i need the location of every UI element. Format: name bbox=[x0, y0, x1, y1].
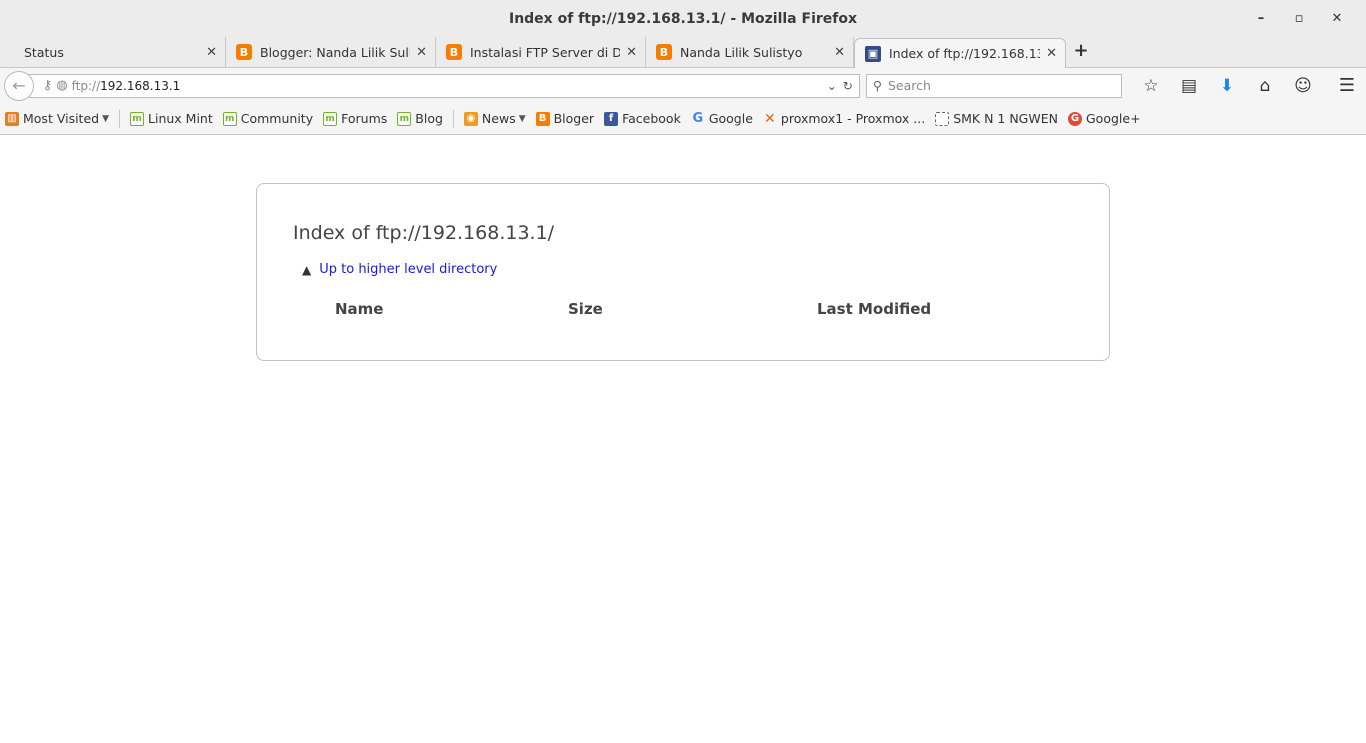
reload-icon[interactable]: ↻ bbox=[843, 79, 853, 93]
toolbar-icons: ☆ ▤ ⬇ ⌂ ☺ ☰ bbox=[1132, 75, 1366, 96]
blogger-icon: B bbox=[236, 44, 252, 60]
reading-list-icon[interactable]: ▤ bbox=[1170, 76, 1208, 96]
bookmark-smk[interactable]: SMK N 1 NGWEN bbox=[935, 111, 1058, 126]
column-header-name[interactable]: Name bbox=[335, 300, 383, 318]
bookmark-label: News bbox=[481, 111, 516, 126]
bookmark-label: Forums bbox=[341, 111, 388, 126]
bookmark-label: SMK N 1 NGWEN bbox=[953, 111, 1058, 126]
up-directory: ▲ Up to higher level directory bbox=[302, 262, 497, 277]
tab-instalasi-ftp[interactable]: B Instalasi FTP Server di De... ✕ bbox=[436, 37, 646, 67]
linux-mint-icon: m bbox=[323, 111, 338, 126]
blogger-icon: B bbox=[656, 44, 672, 60]
directory-listing-panel: Index of ftp://192.168.13.1/ ▲ Up to hig… bbox=[256, 183, 1110, 361]
bookmark-label: proxmox1 - Proxmox ... bbox=[780, 111, 926, 126]
url-scheme: ftp:// bbox=[71, 78, 101, 93]
linux-mint-icon: m bbox=[397, 111, 412, 126]
bookmark-facebook[interactable]: f Facebook bbox=[604, 111, 681, 126]
close-tab-icon[interactable]: ✕ bbox=[1046, 46, 1057, 61]
tab-nanda-lilik[interactable]: B Nanda Lilik Sulistyo ✕ bbox=[646, 37, 854, 67]
identity-key-icon[interactable]: ⚷ bbox=[43, 78, 53, 93]
google-plus-icon: G bbox=[1067, 111, 1082, 126]
url-bar[interactable]: ⚷ ◍ ftp:// 192.168.13.1 ⌄ ↻ bbox=[27, 73, 860, 98]
minimize-button[interactable]: – bbox=[1242, 11, 1280, 26]
download-icon[interactable]: ⬇ bbox=[1208, 76, 1246, 96]
column-header-size[interactable]: Size bbox=[568, 300, 603, 318]
bookmarks-toolbar: ▥ Most Visited ▼ m Linux Mint m Communit… bbox=[0, 103, 1366, 135]
tab-label: Index of ftp://192.168.13.1/ bbox=[889, 46, 1040, 61]
proxmox-icon: ✕ bbox=[764, 110, 776, 127]
navigation-bar: ← ⚷ ◍ ftp:// 192.168.13.1 ⌄ ↻ ⚲ Search ☆… bbox=[0, 68, 1366, 103]
globe-icon: ◍ bbox=[56, 78, 68, 93]
facebook-icon: f bbox=[604, 111, 619, 126]
close-tab-icon[interactable]: ✕ bbox=[206, 45, 217, 60]
bookmark-google[interactable]: G Google bbox=[691, 111, 753, 126]
back-arrow-icon: ← bbox=[12, 76, 26, 95]
bookmark-news[interactable]: ◉ News ▼ bbox=[463, 111, 526, 126]
bookmark-bloger[interactable]: B Bloger bbox=[535, 111, 595, 126]
window-titlebar: Index of ftp://192.168.13.1/ - Mozilla F… bbox=[0, 0, 1366, 37]
column-header-last-modified[interactable]: Last Modified bbox=[817, 300, 931, 318]
url-host: 192.168.13.1 bbox=[100, 78, 181, 93]
tab-status[interactable]: Status ✕ bbox=[0, 37, 226, 67]
page-content: Index of ftp://192.168.13.1/ ▲ Up to hig… bbox=[0, 135, 1366, 735]
chat-icon[interactable]: ☺ bbox=[1284, 76, 1322, 96]
back-button[interactable]: ← bbox=[4, 70, 34, 101]
tab-label: Instalasi FTP Server di De... bbox=[470, 44, 621, 60]
bookmark-most-visited[interactable]: ▥ Most Visited ▼ bbox=[5, 111, 109, 126]
bookmark-label: Google bbox=[708, 111, 753, 126]
ftp-directory-icon: ▣ bbox=[865, 45, 881, 62]
bookmark-linux-mint[interactable]: m Linux Mint bbox=[130, 111, 213, 126]
page-title: Index of ftp://192.168.13.1/ bbox=[293, 222, 555, 244]
search-input[interactable]: ⚲ Search bbox=[865, 73, 1122, 98]
linux-mint-icon: m bbox=[130, 111, 145, 126]
linux-mint-icon: m bbox=[222, 111, 237, 126]
bookmark-label: Facebook bbox=[622, 111, 681, 126]
tab-strip: Status ✕ B Blogger: Nanda Lilik Sulis...… bbox=[0, 37, 1366, 68]
bookmark-blog[interactable]: m Blog bbox=[397, 111, 443, 126]
bookmark-label: Community bbox=[240, 111, 314, 126]
tab-label: Blogger: Nanda Lilik Sulis... bbox=[260, 44, 411, 60]
bookmark-forums[interactable]: m Forums bbox=[323, 111, 387, 126]
chevron-down-icon: ▼ bbox=[102, 113, 110, 124]
maximize-button[interactable]: ▫ bbox=[1280, 11, 1318, 26]
close-tab-icon[interactable]: ✕ bbox=[626, 45, 637, 60]
chevron-down-icon: ▼ bbox=[518, 113, 526, 124]
close-window-button[interactable]: ✕ bbox=[1318, 11, 1356, 26]
bookmark-google-plus[interactable]: G Google+ bbox=[1067, 111, 1141, 126]
tab-label: Status bbox=[24, 44, 64, 60]
up-arrow-icon: ▲ bbox=[302, 262, 312, 277]
history-dropdown-icon[interactable]: ⌄ bbox=[827, 79, 837, 93]
bookmark-star-icon[interactable]: ☆ bbox=[1132, 76, 1170, 96]
google-icon: G bbox=[692, 111, 704, 126]
tab-index-ftp[interactable]: ▣ Index of ftp://192.168.13.1/ ✕ bbox=[854, 38, 1066, 68]
most-visited-icon: ▥ bbox=[5, 111, 19, 126]
new-tab-button[interactable]: + bbox=[1066, 37, 1096, 67]
tab-label: Nanda Lilik Sulistyo bbox=[680, 44, 803, 60]
page-icon bbox=[935, 111, 950, 126]
bookmark-proxmox[interactable]: ✕ proxmox1 - Proxmox ... bbox=[763, 110, 926, 127]
bookmark-label: Google+ bbox=[1085, 111, 1141, 126]
close-tab-icon[interactable]: ✕ bbox=[416, 45, 427, 60]
up-directory-link[interactable]: Up to higher level directory bbox=[319, 262, 497, 277]
search-icon: ⚲ bbox=[872, 78, 882, 93]
blogger-icon: B bbox=[446, 44, 462, 60]
home-icon[interactable]: ⌂ bbox=[1246, 76, 1284, 96]
bookmark-label: Most Visited bbox=[23, 111, 100, 126]
bookmark-community[interactable]: m Community bbox=[222, 111, 314, 126]
blogger-icon: B bbox=[535, 111, 550, 126]
tab-blogger-dashboard[interactable]: B Blogger: Nanda Lilik Sulis... ✕ bbox=[226, 37, 436, 67]
rss-icon: ◉ bbox=[463, 111, 478, 126]
bookmark-label: Linux Mint bbox=[148, 111, 213, 126]
window-controls: – ▫ ✕ bbox=[1242, 0, 1356, 37]
bookmark-label: Blog bbox=[415, 111, 443, 126]
bookmark-label: Bloger bbox=[553, 111, 595, 126]
window-title: Index of ftp://192.168.13.1/ - Mozilla F… bbox=[508, 10, 858, 27]
hamburger-menu-icon[interactable]: ☰ bbox=[1328, 75, 1366, 96]
close-tab-icon[interactable]: ✕ bbox=[834, 45, 845, 60]
search-placeholder: Search bbox=[887, 78, 931, 93]
